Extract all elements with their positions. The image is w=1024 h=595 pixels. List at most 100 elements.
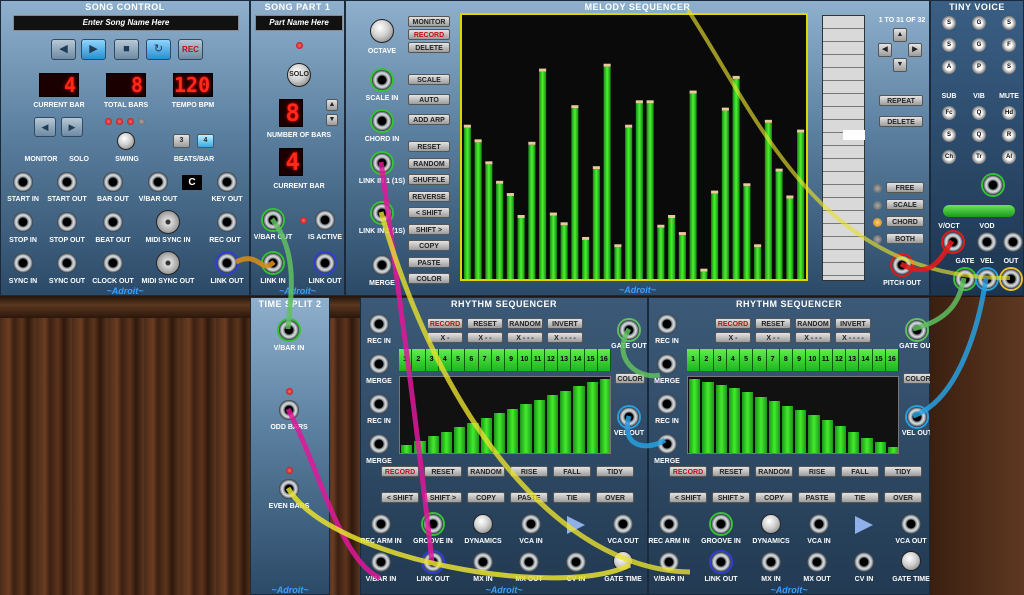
voice-knob[interactable]: Ch xyxy=(942,150,956,164)
voct-in-jack[interactable] xyxy=(943,232,963,252)
rs-top-button[interactable]: RESET xyxy=(755,318,791,329)
dynamics-knob[interactable] xyxy=(761,514,781,534)
rs-action-button[interactable]: RANDOM xyxy=(467,466,505,477)
rs-action-button[interactable]: COPY xyxy=(467,492,505,503)
rs-x-button[interactable]: X - - - - xyxy=(547,332,583,343)
rs-action-button[interactable]: FALL xyxy=(553,466,591,477)
rs-action-button[interactable]: RESET xyxy=(424,466,462,477)
step-button[interactable]: 2 xyxy=(700,349,714,371)
mode-radio[interactable] xyxy=(873,218,882,227)
melody-bars[interactable] xyxy=(462,15,806,279)
melody-step-bar[interactable] xyxy=(603,66,611,279)
melody-step-bar[interactable] xyxy=(775,171,783,279)
velocity-bar[interactable] xyxy=(874,442,886,453)
monitor-prev-button[interactable]: ◀ xyxy=(34,117,56,137)
rs-action-button[interactable]: OVER xyxy=(596,492,634,503)
melody-step-bar[interactable] xyxy=(754,247,762,279)
step-button[interactable]: 16 xyxy=(597,349,611,371)
step-button[interactable]: 2 xyxy=(412,349,426,371)
melody-step-bar[interactable] xyxy=(721,110,729,279)
melody-step-bar[interactable] xyxy=(700,271,708,279)
melody-step-bar[interactable] xyxy=(496,183,504,279)
rs-action-button[interactable]: < SHIFT xyxy=(669,492,707,503)
rs-action-button[interactable]: TIE xyxy=(841,492,879,503)
melody-step-bar[interactable] xyxy=(517,218,525,279)
gate-out-jack[interactable] xyxy=(907,320,927,340)
pitch-out-jack[interactable] xyxy=(892,255,912,275)
step-button[interactable]: 5 xyxy=(740,349,754,371)
melody-step-bar[interactable] xyxy=(732,78,740,279)
sync-out-jack[interactable] xyxy=(57,253,77,273)
step-button[interactable]: 8 xyxy=(779,349,793,371)
velocity-bar[interactable] xyxy=(586,381,598,453)
step-button[interactable]: 11 xyxy=(531,349,545,371)
vel-out-jack[interactable] xyxy=(907,407,927,427)
velocity-bar[interactable] xyxy=(795,410,807,453)
is-active-jack[interactable] xyxy=(315,210,335,230)
melody-step-bar[interactable] xyxy=(571,108,579,279)
velocity-bar[interactable] xyxy=(768,401,780,453)
merge-jack[interactable] xyxy=(657,354,677,374)
rs-bottom-jack[interactable] xyxy=(659,552,679,572)
velocity-bar[interactable] xyxy=(467,422,479,453)
sync-in-jack[interactable] xyxy=(13,253,33,273)
rewind-button[interactable]: ◀ xyxy=(51,39,76,60)
velocity-bar[interactable] xyxy=(834,425,846,453)
rs-bottom-jack[interactable] xyxy=(371,552,391,572)
rs-bottom-jack[interactable] xyxy=(473,552,493,572)
nav-right-button[interactable]: ▶ xyxy=(908,43,922,57)
voice-knob[interactable]: F xyxy=(1002,38,1016,52)
rs-action-button[interactable]: PASTE xyxy=(510,492,548,503)
bar-out-jack[interactable] xyxy=(103,172,123,192)
velocity-bar[interactable] xyxy=(728,387,740,453)
rs-x-button[interactable]: X - xyxy=(427,332,463,343)
melody-step-bar[interactable] xyxy=(764,122,772,279)
rs-action-button[interactable]: SHIFT > xyxy=(712,492,750,503)
rs-bottom-jack[interactable] xyxy=(613,514,633,534)
melody-step-bar[interactable] xyxy=(560,225,568,279)
key-out-jack[interactable] xyxy=(217,172,237,192)
song-name-field[interactable]: Enter Song Name Here xyxy=(13,15,239,31)
mel-mid-button[interactable]: ADD ARP xyxy=(408,114,450,125)
record-button[interactable]: REC xyxy=(178,39,203,60)
velocity-bar[interactable] xyxy=(560,390,572,453)
step-button[interactable]: 13 xyxy=(846,349,860,371)
voice-knob[interactable]: AI xyxy=(1002,150,1016,164)
velocity-bar[interactable] xyxy=(821,419,833,453)
melody-step-bar[interactable] xyxy=(786,198,794,279)
rec-in-jack[interactable] xyxy=(657,394,677,414)
rs-action-button[interactable]: RISE xyxy=(798,466,836,477)
voice-knob[interactable]: S xyxy=(1002,60,1016,74)
link-in-2-jack[interactable] xyxy=(372,203,392,223)
vel-in-jack[interactable] xyxy=(977,269,997,289)
melody-step-bar[interactable] xyxy=(592,169,600,279)
melody-step-bar[interactable] xyxy=(635,103,643,279)
melody-step-bar[interactable] xyxy=(743,186,751,279)
rs-x-button[interactable]: X - - - xyxy=(795,332,831,343)
octave-knob[interactable] xyxy=(370,19,394,43)
voice-knob[interactable]: G xyxy=(972,16,986,30)
mel-action-button[interactable]: PASTE xyxy=(408,256,450,268)
velocity-bar[interactable] xyxy=(414,440,426,453)
step-button[interactable]: 15 xyxy=(584,349,598,371)
rs-action-button[interactable]: TIDY xyxy=(596,466,634,477)
link-out-jack[interactable] xyxy=(315,253,335,273)
mode-scale-button[interactable]: SCALE xyxy=(886,199,924,210)
vbar-in-jack[interactable] xyxy=(279,320,299,340)
stop-button[interactable]: ■ xyxy=(114,39,139,60)
monitor-next-button[interactable]: ▶ xyxy=(61,117,83,137)
rs-action-button[interactable]: RISE xyxy=(510,466,548,477)
rs-bottom-jack[interactable] xyxy=(659,514,679,534)
step-button[interactable]: 6 xyxy=(465,349,479,371)
midi-sync-in-port[interactable] xyxy=(156,210,180,234)
tiny-voice-input-jack[interactable] xyxy=(983,175,1003,195)
velocity-bar[interactable] xyxy=(480,418,492,453)
rs-bottom-jack[interactable] xyxy=(519,552,539,572)
velocity-bar[interactable] xyxy=(689,378,701,453)
voice-knob[interactable]: G xyxy=(972,38,986,52)
velocity-bar[interactable] xyxy=(493,413,505,453)
mel-monitor-button[interactable]: MONITOR xyxy=(408,16,450,27)
rs-top-button[interactable]: RECORD xyxy=(715,318,751,329)
rs-top-button[interactable]: INVERT xyxy=(547,318,583,329)
velocity-bar[interactable] xyxy=(702,381,714,453)
